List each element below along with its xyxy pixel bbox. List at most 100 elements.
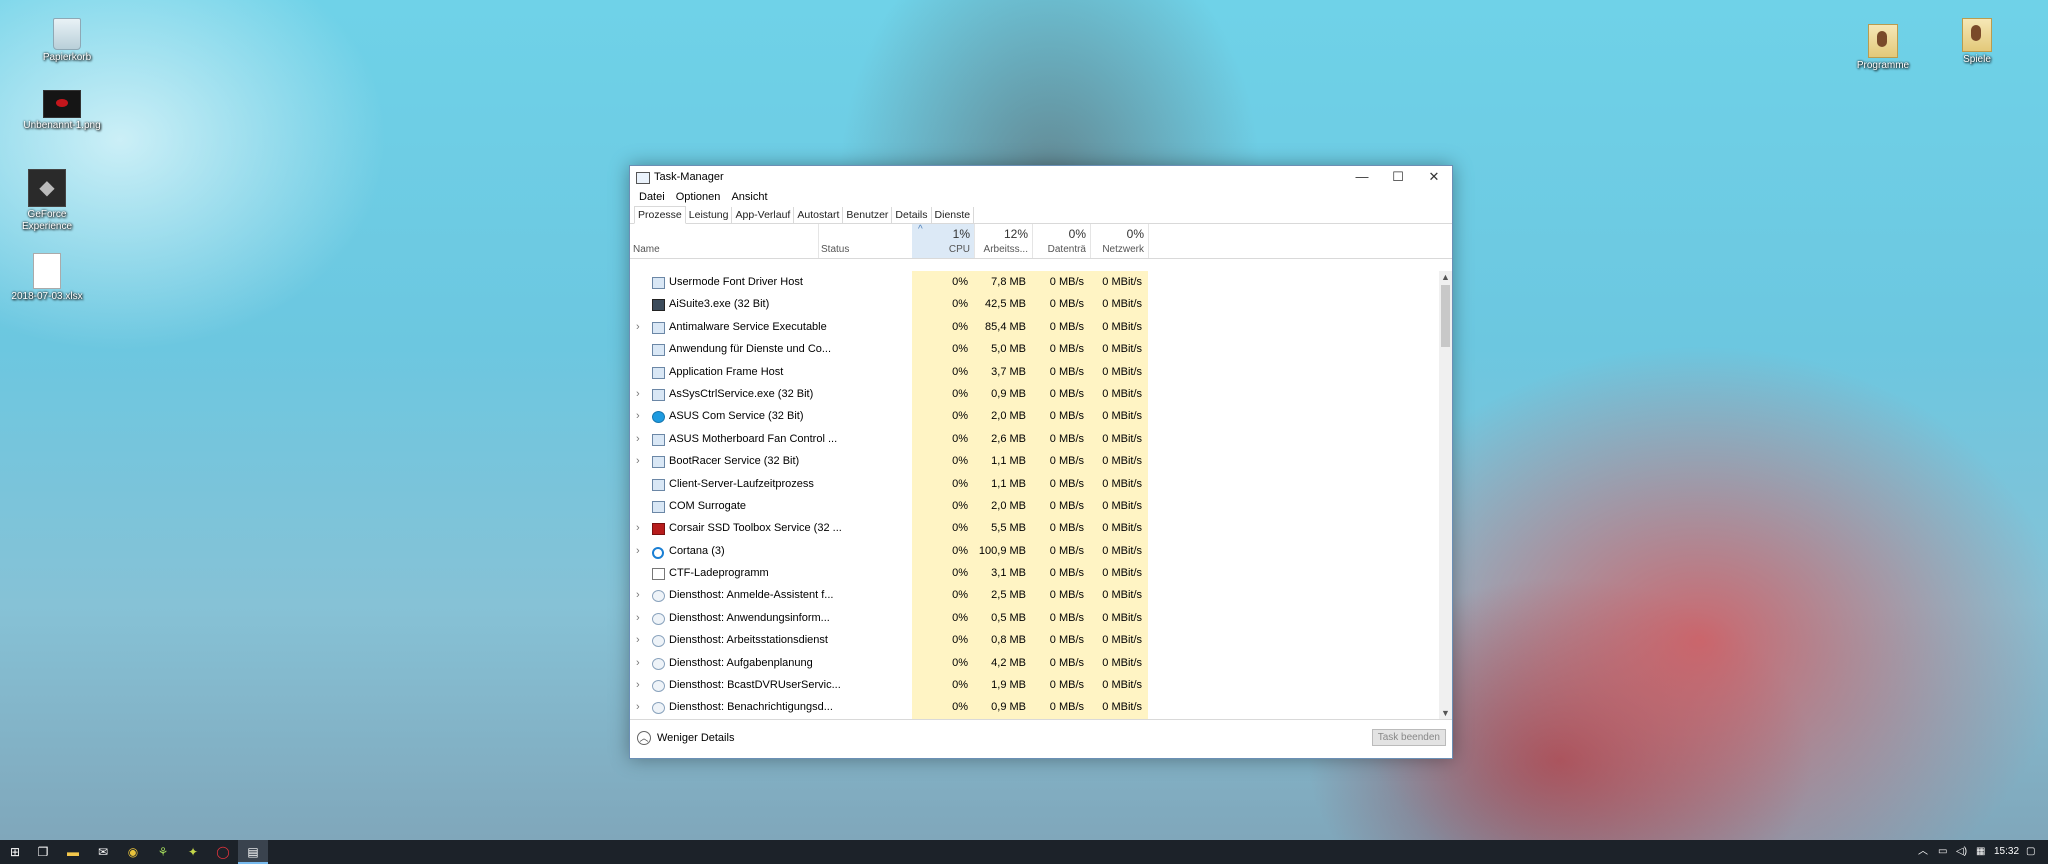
tab-dienste[interactable]: Dienste: [932, 207, 975, 223]
process-row[interactable]: › Diensthost: Anwendungsinform... 0% 0,5 MB…: [630, 606, 1438, 630]
network-icon[interactable]: ▭: [1938, 840, 1947, 864]
task-manager-taskbar-icon[interactable]: ▤: [238, 840, 268, 864]
tab-details[interactable]: Details: [892, 207, 932, 223]
app-icon[interactable]: ✦: [178, 840, 208, 864]
scroll-thumb[interactable]: [1441, 285, 1450, 347]
task-view-icon[interactable]: ❐: [28, 840, 58, 864]
notification-icon[interactable]: ▢: [2026, 840, 2035, 864]
process-icon: [652, 433, 665, 446]
tab-autostart[interactable]: Autostart: [794, 207, 844, 223]
explorer-icon[interactable]: ▬: [58, 840, 88, 864]
chevron-right-icon[interactable]: ›: [636, 450, 640, 472]
process-row[interactable]: Application Frame Host 0% 3,7 MB 0 MB/s 0 MB…: [630, 360, 1438, 383]
tab-app-verlauf[interactable]: App-Verlauf: [732, 207, 795, 223]
process-row[interactable]: › Antimalware Service Executable 0% 85,4 MB…: [630, 315, 1438, 339]
minimize-button[interactable]: —: [1344, 166, 1380, 188]
process-row[interactable]: › Cortana (3) ⚲0%100,9 MB0 MB/s0 MBit/s: [630, 539, 1438, 563]
process-row[interactable]: › Diensthost: Benachrichtigungsd... 0% 0,9 …: [630, 696, 1438, 719]
chrome-icon[interactable]: ◉: [118, 840, 148, 864]
chevron-right-icon[interactable]: ›: [636, 629, 640, 651]
desktop-icon-spiele[interactable]: Spiele: [1932, 18, 2022, 66]
process-cpu: 0%: [912, 382, 974, 406]
less-details-link[interactable]: Weniger Details: [657, 732, 734, 744]
maximize-button[interactable]: ☐: [1380, 166, 1416, 188]
keyboard-icon[interactable]: ▦: [1976, 840, 1985, 864]
process-icon: [652, 612, 665, 625]
process-name: Antimalware Service Executable: [669, 320, 827, 333]
process-row[interactable]: CTF-Ladeprogramm 0% 3,1 MB 0 MB/s 0 MBit/s: [630, 562, 1438, 585]
clock[interactable]: 15:32: [1994, 840, 2019, 864]
chevron-right-icon[interactable]: ›: [636, 607, 640, 629]
process-icon: [652, 635, 665, 648]
process-memory: 2,0 MB: [974, 405, 1032, 428]
sort-arrow-icon: ^: [918, 224, 923, 235]
start-icon[interactable]: ⊞: [0, 840, 30, 864]
process-network: 0 MBit/s: [1090, 405, 1148, 428]
end-task-button[interactable]: Task beenden: [1371, 729, 1446, 746]
process-row[interactable]: Usermode Font Driver Host 0% 7,8 MB 0 MB/s 0…: [630, 271, 1438, 294]
chevron-right-icon[interactable]: ›: [636, 696, 640, 718]
process-cpu: 0%: [912, 271, 974, 294]
chevron-right-icon[interactable]: ›: [636, 517, 640, 539]
tab-leistung[interactable]: Leistung: [686, 207, 733, 223]
process-row[interactable]: AiSuite3.exe (32 Bit) 0% 42,5 MB 0 MB/s 0 MB…: [630, 293, 1438, 316]
process-row[interactable]: › ASUS Motherboard Fan Control ... 0% 2,6 M…: [630, 427, 1438, 451]
tab-prozesse[interactable]: Prozesse: [634, 206, 686, 224]
process-row[interactable]: › Corsair SSD Toolbox Service (32 ... 0% 5,…: [630, 517, 1438, 540]
close-button[interactable]: ✕: [1416, 166, 1452, 188]
chevron-right-icon[interactable]: ›: [636, 383, 640, 405]
scroll-up-icon[interactable]: ▲: [1439, 271, 1452, 283]
process-status: [818, 495, 912, 517]
process-row[interactable]: › BootRacer Service (32 Bit) 0% 1,1 MB 0 MB/…: [630, 450, 1438, 473]
app-icon[interactable]: ⚘: [148, 840, 178, 864]
scroll-down-icon[interactable]: ▼: [1439, 707, 1452, 719]
desktop-icon-recycle-bin[interactable]: Papierkorb: [22, 18, 112, 64]
column-percent-memory: 12%: [1003, 227, 1028, 241]
chevron-right-icon[interactable]: ›: [636, 428, 640, 450]
process-network: 0 MBit/s: [1090, 696, 1148, 719]
chevron-right-icon[interactable]: ›: [636, 540, 640, 562]
tab-bar: Prozesse Leistung App-Verlauf Autostart Benu…: [630, 206, 1452, 224]
menu-ansicht[interactable]: Ansicht: [727, 188, 771, 206]
column-header-disk[interactable]: 0% Datenträ: [1032, 224, 1091, 258]
vertical-scrollbar[interactable]: ▲ ▼: [1439, 271, 1452, 719]
process-row[interactable]: › Diensthost: Aufgabenplanung 0% 4,2 MB 0 MB…: [630, 651, 1438, 675]
process-row[interactable]: › Diensthost: Arbeitsstationsdienst 0% 0,8 …: [630, 629, 1438, 652]
process-disk: 0 MB/s: [1032, 271, 1090, 294]
process-row[interactable]: › ASUS Com Service (32 Bit) 0% 2,0 MB 0 MB/s…: [630, 405, 1438, 428]
column-header-memory[interactable]: 12% Arbeitss...: [974, 224, 1033, 258]
chevron-up-icon[interactable]: ︿: [1918, 840, 1928, 864]
process-name: COM Surrogate: [669, 499, 747, 512]
chevron-up-circle-icon[interactable]: ︿: [637, 731, 651, 745]
chevron-right-icon[interactable]: ›: [636, 652, 640, 674]
chevron-right-icon[interactable]: ›: [636, 316, 640, 338]
process-cpu: 0%: [912, 517, 974, 540]
process-row[interactable]: COM Surrogate 0% 2,0 MB 0 MB/s 0 MBit/s: [630, 494, 1438, 518]
desktop-icon-image-file[interactable]: Unbenannt-1.png: [17, 90, 107, 132]
menu-datei[interactable]: Datei: [635, 188, 669, 206]
desktop-icon-geforce-experience[interactable]: ◆ GeForce Experience: [2, 169, 92, 233]
mail-icon[interactable]: ✉: [88, 840, 118, 864]
chevron-right-icon[interactable]: ›: [636, 405, 640, 427]
column-header-network[interactable]: 0% Netzwerk: [1090, 224, 1149, 258]
process-row[interactable]: Anwendung für Dienste und Co... 0% 5,0 MB 0…: [630, 338, 1438, 361]
opera-icon[interactable]: ◯: [208, 840, 238, 864]
process-row[interactable]: › Diensthost: Anmelde-Assistent f... 0% 2,5…: [630, 584, 1438, 607]
process-disk: 0 MB/s: [1032, 472, 1090, 495]
chevron-right-icon[interactable]: ›: [636, 674, 640, 696]
process-network: 0 MBit/s: [1090, 651, 1148, 675]
process-row[interactable]: Client-Server-Laufzeitprozess 0% 1,1 MB 0 M…: [630, 472, 1438, 495]
desktop-icon-programme[interactable]: Programme: [1838, 24, 1928, 72]
title-bar[interactable]: Task-Manager — ☐ ✕: [630, 166, 1452, 188]
process-row[interactable]: › AsSysCtrlService.exe (32 Bit) 0% 0,9 MB 0 …: [630, 382, 1438, 406]
desktop-icon-document[interactable]: 2018-07-03.xlsx: [2, 253, 92, 303]
tab-benutzer[interactable]: Benutzer: [843, 207, 893, 223]
column-header-status[interactable]: Status: [818, 224, 913, 258]
process-name: Diensthost: Anwendungsinform...: [669, 611, 830, 624]
column-header-name[interactable]: Name: [630, 224, 819, 258]
volume-icon[interactable]: ◁): [1956, 840, 1967, 864]
column-header-cpu[interactable]: ^ 1% CPU: [912, 224, 975, 258]
menu-optionen[interactable]: Optionen: [672, 188, 725, 206]
chevron-right-icon[interactable]: ›: [636, 584, 640, 606]
process-row[interactable]: › Diensthost: BcastDVRUserServic... 0% 1,9 …: [630, 674, 1438, 697]
